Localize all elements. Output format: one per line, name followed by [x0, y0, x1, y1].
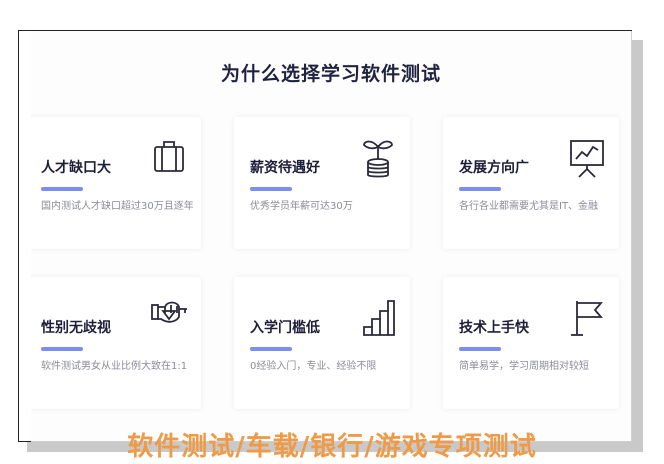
- accent-bar: [41, 347, 83, 351]
- page-title: 为什么选择学习软件测试: [220, 63, 441, 85]
- card-description: 0经验入门，专业、经验不限: [250, 361, 377, 372]
- accent-bar: [459, 187, 501, 191]
- accent-bar: [41, 187, 83, 191]
- stairs-icon: [358, 295, 398, 339]
- card-title: 性别无歧视: [41, 320, 111, 336]
- card-gender-equality: 性别无歧视 软件测试男女从业比例大致在1:1: [31, 277, 201, 409]
- accent-bar: [459, 347, 501, 351]
- hand-key-icon: [149, 295, 189, 339]
- card-title: 入学门槛低: [250, 320, 320, 336]
- chart-easel-icon: [567, 135, 607, 179]
- card-description: 软件测试男女从业比例大致在1:1: [41, 361, 188, 372]
- card-career-paths: 发展方向广 各行各业都需要尤其是IT、金融: [443, 117, 619, 249]
- money-plant-icon: [358, 135, 398, 179]
- accent-bar: [250, 187, 292, 191]
- card-talent-gap: 人才缺口大 国内测试人才缺口超过30万且逐年递增: [31, 117, 201, 249]
- card-title: 技术上手快: [459, 320, 529, 336]
- card-description: 各行各业都需要尤其是IT、金融: [459, 201, 599, 212]
- card-description: 简单易学，学习周期相对较短: [459, 361, 589, 372]
- screenshot-frame: 为什么选择学习软件测试 人才缺口大 国内测试人才缺口超过30万且逐年递增 薪资待…: [18, 30, 632, 442]
- content-panel: 为什么选择学习软件测试 人才缺口大 国内测试人才缺口超过30万且逐年递增 薪资待…: [31, 31, 632, 442]
- flag-icon: [567, 295, 607, 339]
- briefcase-icon: [149, 135, 189, 179]
- card-quick-start: 技术上手快 简单易学，学习周期相对较短: [443, 277, 619, 409]
- card-title: 薪资待遇好: [250, 160, 320, 176]
- watermark-banner: 软件测试/车载/银行/游戏专项测试: [127, 432, 537, 462]
- card-description: 国内测试人才缺口超过30万且逐年递增: [41, 201, 193, 212]
- card-salary: 薪资待遇好 优秀学员年薪可达30万: [234, 117, 410, 249]
- card-title: 发展方向广: [459, 160, 529, 176]
- card-title: 人才缺口大: [41, 160, 111, 176]
- card-description: 优秀学员年薪可达30万: [250, 201, 353, 212]
- accent-bar: [250, 347, 292, 351]
- card-low-barrier: 入学门槛低 0经验入门，专业、经验不限: [234, 277, 410, 409]
